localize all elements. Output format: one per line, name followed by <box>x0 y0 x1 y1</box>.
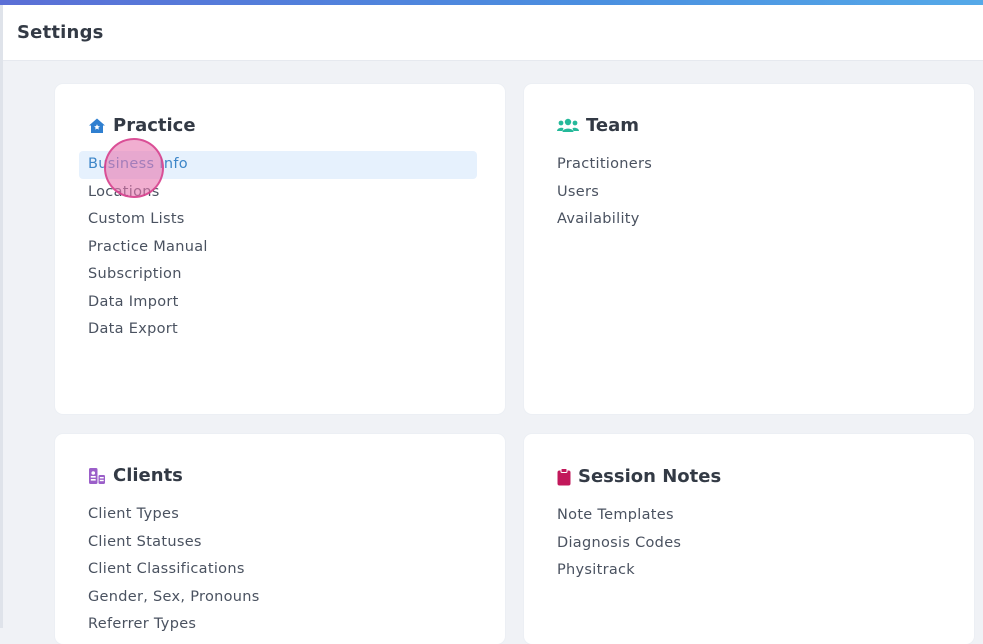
clients-item-client-types[interactable]: Client Types <box>79 501 477 529</box>
team-list: Practitioners Users Availability <box>548 151 946 234</box>
clients-list: Client Types Client Statuses Client Clas… <box>79 501 477 639</box>
team-item-users[interactable]: Users <box>548 179 946 207</box>
session-notes-item-physitrack[interactable]: Physitrack <box>548 557 946 585</box>
page-header: Settings <box>3 5 983 61</box>
practice-list: Business Info Locations Custom Lists Pra… <box>79 151 477 344</box>
clients-card-title: Clients <box>87 465 183 486</box>
id-card-icon <box>87 466 107 486</box>
session-notes-title-text: Session Notes <box>578 466 722 487</box>
left-rail <box>0 5 3 628</box>
clients-item-referrer-types[interactable]: Referrer Types <box>79 611 477 639</box>
clients-item-gender-sex-pronouns[interactable]: Gender, Sex, Pronouns <box>79 584 477 612</box>
clients-item-client-statuses[interactable]: Client Statuses <box>79 529 477 557</box>
team-item-practitioners[interactable]: Practitioners <box>548 151 946 179</box>
practice-card-title: Practice <box>87 115 196 136</box>
house-icon <box>87 116 107 136</box>
session-notes-list: Note Templates Diagnosis Codes Physitrac… <box>548 502 946 585</box>
clients-title-text: Clients <box>113 465 183 486</box>
practice-item-business-info[interactable]: Business Info <box>79 151 477 179</box>
practice-card: Practice Business Info Locations Custom … <box>55 84 505 414</box>
practice-item-locations[interactable]: Locations <box>79 179 477 207</box>
clients-item-client-classifications[interactable]: Client Classifications <box>79 556 477 584</box>
team-card: Team Practitioners Users Availability <box>524 84 974 414</box>
users-icon <box>556 116 580 136</box>
session-notes-card-title: Session Notes <box>556 466 721 487</box>
session-notes-card: Session Notes Note Templates Diagnosis C… <box>524 434 974 644</box>
practice-title-text: Practice <box>113 115 196 136</box>
clipboard-icon <box>556 467 572 487</box>
practice-item-practice-manual[interactable]: Practice Manual <box>79 234 477 262</box>
team-card-title: Team <box>556 115 639 136</box>
session-notes-item-note-templates[interactable]: Note Templates <box>548 502 946 530</box>
practice-item-data-export[interactable]: Data Export <box>79 316 477 344</box>
clients-card: Clients Client Types Client Statuses Cli… <box>55 434 505 644</box>
practice-item-data-import[interactable]: Data Import <box>79 289 477 317</box>
page-title: Settings <box>17 22 104 43</box>
session-notes-item-diagnosis-codes[interactable]: Diagnosis Codes <box>548 530 946 558</box>
practice-item-custom-lists[interactable]: Custom Lists <box>79 206 477 234</box>
practice-item-subscription[interactable]: Subscription <box>79 261 477 289</box>
team-item-availability[interactable]: Availability <box>548 206 946 234</box>
team-title-text: Team <box>586 115 639 136</box>
